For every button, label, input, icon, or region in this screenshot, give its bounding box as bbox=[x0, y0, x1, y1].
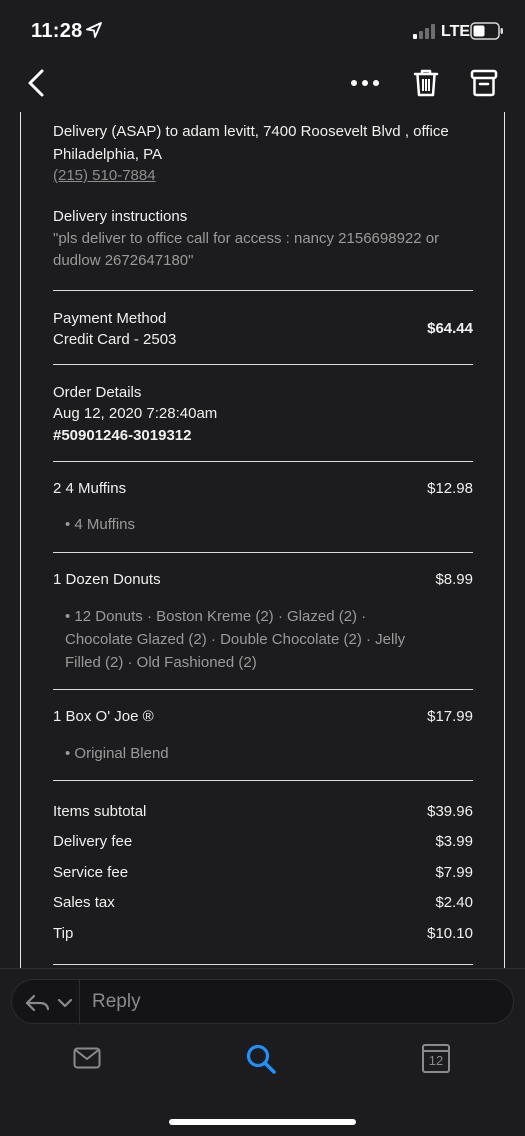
archive-icon[interactable] bbox=[470, 69, 498, 97]
calendar-day: 12 bbox=[428, 1053, 444, 1068]
trash-icon[interactable] bbox=[412, 68, 440, 98]
item-price: $17.99 bbox=[427, 708, 473, 725]
reply-label[interactable]: Reply bbox=[92, 991, 141, 1013]
order-details-label: Order Details bbox=[53, 384, 142, 401]
summary-value: $39.96 bbox=[427, 803, 473, 820]
reply-bar[interactable]: Reply bbox=[11, 979, 514, 1025]
home-indicator bbox=[169, 1119, 356, 1125]
phone-link[interactable]: (215) 510-7884 bbox=[53, 167, 156, 184]
status-bar: 11:28 LTE bbox=[0, 0, 525, 60]
summary-value: $7.99 bbox=[435, 864, 473, 881]
item-name: 2 4 Muffins bbox=[53, 480, 127, 497]
divider bbox=[53, 290, 473, 291]
divider bbox=[53, 552, 473, 553]
summary-label: Delivery fee bbox=[53, 833, 133, 850]
reply-icon[interactable] bbox=[24, 993, 72, 1013]
network-type: LTE bbox=[441, 23, 471, 40]
item-price: $12.98 bbox=[427, 480, 473, 497]
summary-label: Sales tax bbox=[53, 894, 115, 911]
divider bbox=[53, 689, 473, 690]
calendar-header bbox=[424, 1050, 448, 1052]
summary-value: $2.40 bbox=[435, 894, 473, 911]
mail-icon[interactable] bbox=[73, 1047, 101, 1069]
chevron-left-icon[interactable] bbox=[22, 68, 50, 98]
divider bbox=[53, 364, 473, 365]
summary-label: Items subtotal bbox=[53, 803, 147, 820]
item-detail: • Original Blend bbox=[65, 745, 169, 762]
status-time: 11:28 bbox=[31, 20, 83, 42]
summary-value: $3.99 bbox=[435, 833, 473, 850]
summary-value: $10.10 bbox=[427, 925, 473, 942]
more-icon[interactable] bbox=[349, 76, 381, 90]
order-number: #50901246-3019312 bbox=[53, 427, 192, 444]
calendar-icon[interactable]: 12 bbox=[422, 1044, 450, 1073]
summary-label: Tip bbox=[53, 925, 74, 942]
item-detail: • 12 Donuts · Boston Kreme (2) · Glazed … bbox=[65, 608, 367, 625]
search-icon[interactable] bbox=[245, 1043, 277, 1075]
summary-label: Service fee bbox=[53, 864, 129, 881]
order-total: $64.44 bbox=[427, 320, 473, 337]
delivery-instructions-line2: dudlow 2672647180" bbox=[53, 252, 194, 269]
delivery-address-line1: Delivery (ASAP) to adam levitt, 7400 Roo… bbox=[53, 123, 449, 140]
item-detail: Chocolate Glazed (2) · Double Chocolate … bbox=[65, 631, 406, 648]
item-detail: Filled (2) · Old Fashioned (2) bbox=[65, 654, 257, 671]
delivery-instructions-label: Delivery instructions bbox=[53, 208, 188, 225]
delivery-instructions-line1: "pls deliver to office call for access :… bbox=[53, 230, 440, 247]
divider bbox=[53, 964, 473, 965]
payment-method-label: Payment Method bbox=[53, 310, 167, 327]
item-detail: • 4 Muffins bbox=[65, 516, 136, 533]
divider bbox=[53, 461, 473, 462]
item-name: 1 Dozen Donuts bbox=[53, 571, 161, 588]
divider bbox=[79, 980, 80, 1025]
location-arrow-icon bbox=[86, 22, 102, 38]
bottom-bar: Reply 12 bbox=[0, 968, 525, 1136]
item-price: $8.99 bbox=[435, 571, 473, 588]
message-body: Delivery (ASAP) to adam levitt, 7400 Roo… bbox=[20, 112, 505, 968]
toolbar bbox=[0, 60, 525, 112]
item-name: 1 Box O' Joe ® bbox=[53, 708, 154, 725]
delivery-address-line2: Philadelphia, PA bbox=[53, 146, 162, 163]
order-date: Aug 12, 2020 7:28:40am bbox=[53, 405, 218, 422]
signal-icon bbox=[413, 24, 435, 39]
divider bbox=[53, 780, 473, 781]
payment-method-value: Credit Card - 2503 bbox=[53, 331, 177, 348]
battery-icon bbox=[470, 22, 503, 40]
